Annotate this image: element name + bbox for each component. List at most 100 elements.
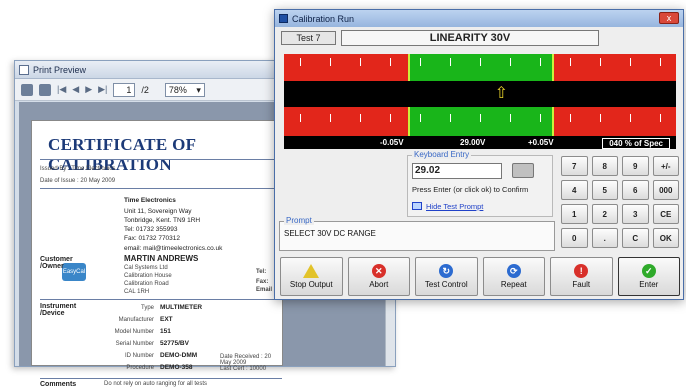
keypad-key[interactable]: OK xyxy=(652,228,679,248)
hide-prompt-icon[interactable] xyxy=(412,202,422,210)
print-icon[interactable] xyxy=(39,83,51,96)
keyboard-icon[interactable] xyxy=(512,163,534,178)
keypad-key[interactable]: 0 xyxy=(561,228,588,248)
repeat-button[interactable]: ⟳ Repeat xyxy=(482,257,545,296)
meter-tick xyxy=(660,114,661,122)
meter-tick xyxy=(510,58,511,66)
stop-output-button[interactable]: Stop Output xyxy=(280,257,343,296)
meter-tick xyxy=(570,58,571,66)
meter-track xyxy=(284,81,676,107)
hide-test-prompt-link[interactable]: Hide Test Prompt xyxy=(426,202,483,211)
abort-button[interactable]: ✕ Abort xyxy=(347,257,410,296)
certificate-page: CERTIFICATE OF CALIBRATION Issued By : T… xyxy=(31,120,283,388)
meter-tick xyxy=(600,58,601,66)
meter-tick xyxy=(540,58,541,66)
enter-button[interactable]: ✓ Enter xyxy=(617,257,680,296)
keypad-key[interactable]: 7 xyxy=(561,156,588,176)
preview-app-icon xyxy=(19,64,29,75)
prompt-text: SELECT 30V DC RANGE xyxy=(284,229,376,238)
keypad-key[interactable]: C xyxy=(622,228,649,248)
meter-tick xyxy=(420,58,421,66)
tel: Tel: 01732 355993 xyxy=(124,226,178,233)
chevron-down-icon: ▾ xyxy=(196,84,201,95)
last-page-icon[interactable]: ▶| xyxy=(98,84,107,95)
fault-icon: ! xyxy=(574,264,589,278)
manufacturer-value: EXT xyxy=(160,316,173,323)
keypad-key[interactable]: CE xyxy=(652,204,679,224)
issued-by: Issued By : Time Electronics xyxy=(40,166,116,172)
action-label: Enter xyxy=(639,280,659,289)
keypad-key[interactable]: 3 xyxy=(622,204,649,224)
divider xyxy=(40,378,282,379)
meter-tick xyxy=(390,114,391,122)
instrument-label: Instrument /Device xyxy=(40,303,77,317)
print-setup-icon[interactable] xyxy=(21,83,33,96)
test-number: Test 7 xyxy=(281,31,336,45)
meter-tick xyxy=(540,114,541,122)
meter-tick xyxy=(450,58,451,66)
fault-button[interactable]: ! Fault xyxy=(550,257,613,296)
spec-percent: 040 % of Spec xyxy=(602,138,670,149)
keypad-key[interactable]: 8 xyxy=(591,156,618,176)
meter-tick xyxy=(330,114,331,122)
date-received: Date Received : 20 May 2009 xyxy=(220,354,272,366)
email: email: mail@timeelectronics.co.uk xyxy=(124,245,223,252)
fax: Fax: 01732 770312 xyxy=(124,235,181,242)
first-page-icon[interactable]: |◀ xyxy=(57,84,66,95)
keypad-key[interactable]: . xyxy=(591,228,618,248)
keyboard-entry-hint: Press Enter (or click ok) to Confirm xyxy=(412,185,529,194)
type-label: Type xyxy=(140,305,154,311)
page-number-input[interactable]: 1 xyxy=(113,82,136,97)
keyboard-entry-input[interactable]: 29.02 xyxy=(412,163,502,179)
print-preview-title: Print Preview xyxy=(33,64,87,75)
meter-tick xyxy=(630,58,631,66)
enter-check-icon: ✓ xyxy=(641,264,656,278)
close-icon[interactable]: x xyxy=(659,12,679,24)
reading-label: 29.00V xyxy=(460,138,486,147)
meter-tick xyxy=(480,114,481,122)
calibration-titlebar: Calibration Run xyxy=(275,10,683,27)
prompt-title: Prompt xyxy=(284,216,314,225)
warning-icon xyxy=(303,264,320,278)
meter-tick xyxy=(570,114,571,122)
keypad-key[interactable]: 6 xyxy=(622,180,649,200)
numeric-keypad: 7 8 9 +/- 4 5 6 000 1 2 3 CE 0. C OK xyxy=(561,156,679,248)
model-value: 151 xyxy=(160,328,171,335)
keyboard-entry-title: Keyboard Entry xyxy=(412,150,472,159)
customer-email: Email xyxy=(256,287,273,293)
repeat-icon: ⟳ xyxy=(506,264,521,278)
meter-tick xyxy=(480,58,481,66)
keypad-key[interactable]: +/- xyxy=(652,156,679,176)
calibration-run-window: Calibration Run x Test 7 LINEARITY 30V ⇧… xyxy=(274,9,684,300)
customer-fax: Fax: xyxy=(256,279,269,285)
meter-tick xyxy=(450,114,451,122)
model-label: Model Number xyxy=(114,329,154,335)
keypad-key[interactable]: 9 xyxy=(622,156,649,176)
meter-tick xyxy=(360,114,361,122)
zoom-value: 78% xyxy=(168,84,187,95)
keypad-key[interactable]: 1 xyxy=(561,204,588,224)
keypad-key[interactable]: 2 xyxy=(591,204,618,224)
serial-value: 52775/BV xyxy=(160,340,189,347)
next-page-icon[interactable]: ▶ xyxy=(85,84,92,95)
keypad-key[interactable]: 000 xyxy=(652,180,679,200)
action-label: Test Control xyxy=(424,280,468,289)
action-label: Repeat xyxy=(500,280,527,289)
id-label: ID Number xyxy=(124,353,154,359)
test-control-button[interactable]: ↻ Test Control xyxy=(415,257,478,296)
zoom-select[interactable]: 78% ▾ xyxy=(164,82,205,97)
keypad-key[interactable]: 5 xyxy=(591,180,618,200)
customer-line: CAL 1RH xyxy=(124,289,150,295)
address-line: Unit 11, Sovereign Way xyxy=(124,208,192,215)
keypad-key[interactable]: 4 xyxy=(561,180,588,200)
meter-tick xyxy=(630,114,631,122)
divider xyxy=(40,159,282,160)
meter-tick xyxy=(300,114,301,122)
prev-page-icon[interactable]: ◀ xyxy=(72,84,79,95)
tolerance-meter: ⇧ xyxy=(284,54,676,136)
customer-tel: Tel: xyxy=(256,269,267,275)
action-label: Stop Output xyxy=(289,280,333,289)
prompt-group: Prompt SELECT 30V DC RANGE xyxy=(279,216,555,251)
low-limit-label: -0.05V xyxy=(380,138,404,147)
divider xyxy=(40,299,282,300)
